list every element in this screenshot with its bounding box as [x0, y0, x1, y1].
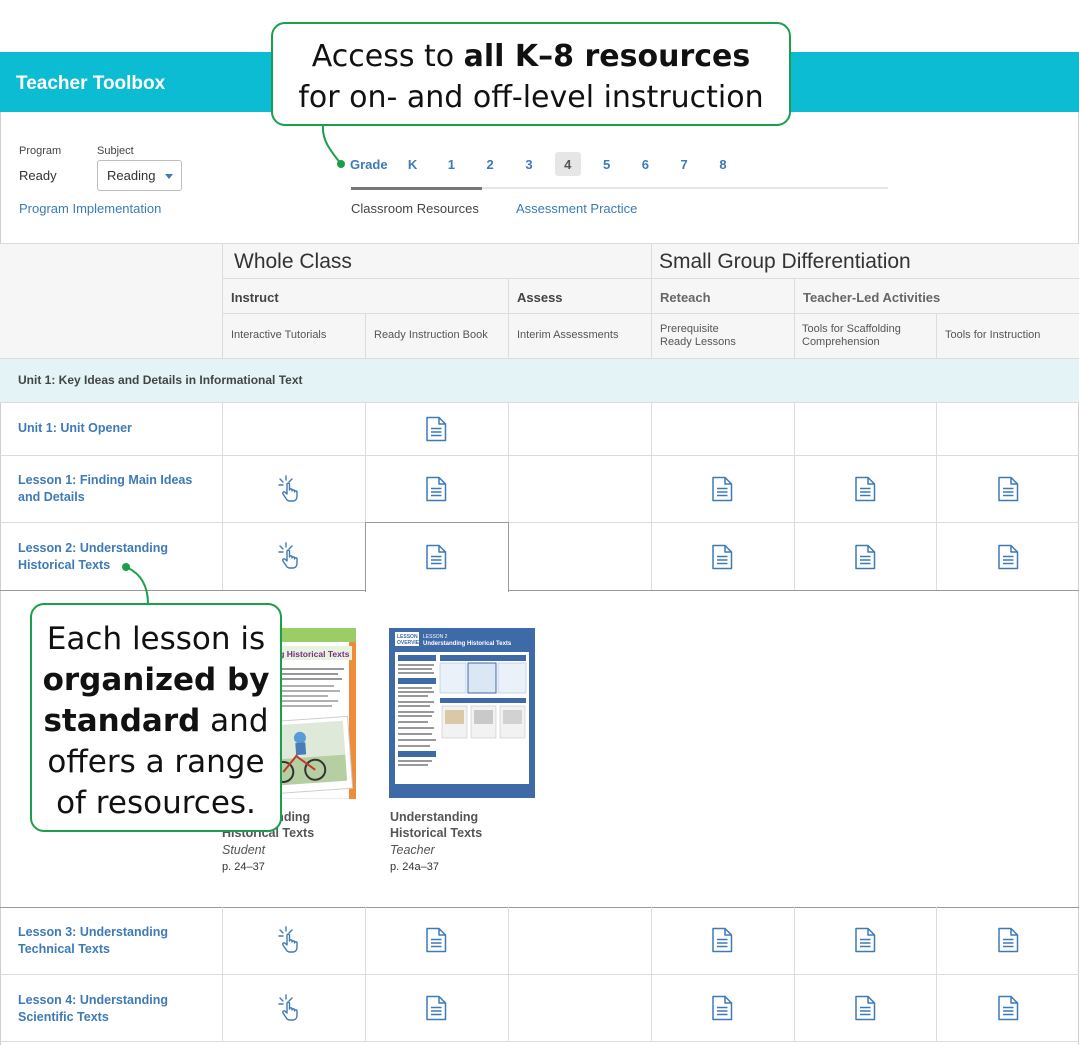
callout-k8-resources: Access to all K–8 resources for on- and …: [271, 22, 791, 126]
callout-dot: [337, 160, 345, 168]
callout-left-line5: of resources.: [56, 785, 256, 821]
callout-top-pre: Access to: [311, 39, 464, 74]
callout-dot: [122, 563, 130, 571]
callout-left-bold1: organized by: [42, 662, 270, 698]
callout-organized-by-standard: Each lesson is organized by standard and…: [30, 603, 282, 832]
callout-left-line1: Each lesson is: [46, 621, 266, 657]
callout-connectors: [125, 125, 342, 605]
callout-left-line3-rest: and: [200, 703, 269, 739]
callout-top-line1: Access to all K–8 resources: [273, 36, 789, 77]
callout-left-line4: offers a range: [47, 744, 265, 780]
callout-left-bold2: standard: [43, 703, 201, 739]
callout-top-bold: all K–8 resources: [463, 39, 751, 74]
callout-top-line2: for on- and off-level instruction: [298, 80, 764, 115]
